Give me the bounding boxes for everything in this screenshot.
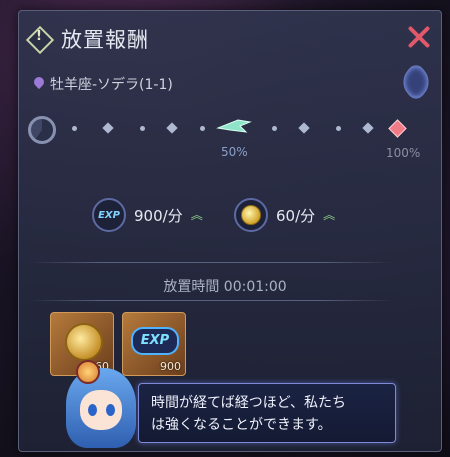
guide-character-avatar bbox=[62, 360, 142, 457]
location-pin-icon bbox=[34, 77, 44, 91]
idle-time: 放置時間 00:01:00 bbox=[0, 276, 450, 296]
double-chevron-up-icon: ︽ bbox=[190, 208, 203, 222]
track-node bbox=[166, 122, 178, 134]
reward-qty: 900 bbox=[160, 360, 181, 373]
progress-mid-label: 50% bbox=[221, 145, 248, 159]
track-dot bbox=[140, 126, 145, 131]
dialog-line: は強くなることができます。 bbox=[151, 417, 332, 433]
exp-rate-value: 900/分 bbox=[134, 206, 183, 225]
treasure-cube-icon[interactable] bbox=[398, 59, 434, 105]
gold-coin-icon bbox=[65, 323, 103, 361]
close-icon[interactable] bbox=[407, 25, 431, 49]
track-dot bbox=[200, 126, 205, 131]
progress-end-label: 100% bbox=[386, 146, 421, 160]
start-node-icon bbox=[28, 116, 56, 144]
stage-progress-track bbox=[28, 108, 407, 148]
location-row: 牡羊座-ソデラ(1-1) bbox=[34, 74, 173, 94]
dialog-line: 時間が経てば経つほど、私たち bbox=[151, 395, 347, 411]
track-dot bbox=[272, 126, 277, 131]
airship-marker-icon bbox=[216, 119, 252, 133]
exp-icon: EXP bbox=[131, 327, 179, 355]
track-dot bbox=[336, 126, 341, 131]
track-dot bbox=[72, 126, 77, 131]
dialog-bubble[interactable]: 時間が経てば経つほど、私たち は強くなることができます。 bbox=[138, 383, 396, 443]
idle-time-value: 00:01:00 bbox=[223, 279, 287, 295]
track-node bbox=[102, 122, 114, 134]
gold-rate: 60/分 ︽ bbox=[234, 198, 335, 232]
divider bbox=[28, 300, 394, 301]
info-diamond-icon[interactable]: ! bbox=[25, 25, 55, 55]
divider bbox=[28, 262, 394, 263]
gold-rate-value: 60/分 bbox=[276, 206, 316, 225]
track-node bbox=[362, 122, 374, 134]
double-chevron-up-icon: ︽ bbox=[323, 208, 336, 222]
gold-coin-icon bbox=[234, 198, 268, 232]
exp-icon: EXP bbox=[92, 198, 126, 232]
hair-ornament-icon bbox=[76, 360, 100, 384]
panel-title: 放置報酬 bbox=[61, 28, 149, 52]
idle-time-label: 放置時間 bbox=[163, 279, 220, 295]
track-node bbox=[298, 122, 310, 134]
exp-rate: EXP 900/分 ︽ bbox=[92, 198, 203, 232]
header: ! 放置報酬 bbox=[25, 21, 149, 57]
location-name: 牡羊座-ソデラ(1-1) bbox=[50, 77, 173, 93]
